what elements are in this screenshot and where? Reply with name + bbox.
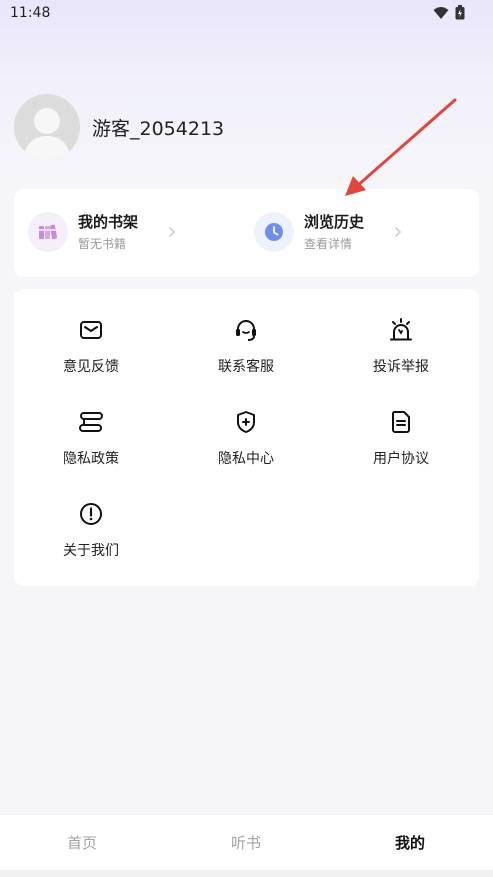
bookshelf-icon (28, 211, 68, 252)
status-icons (433, 5, 465, 20)
quick-access-card: 我的书架 暂无书籍 浏览历史 查看详情 (14, 189, 479, 277)
chevron-right-icon (394, 226, 402, 237)
clock-icon (254, 211, 294, 252)
menu-item-label: 用户协议 (373, 451, 429, 467)
history-title: 浏览历史 (304, 213, 365, 231)
headset-icon (236, 320, 256, 341)
mail-icon (80, 321, 102, 339)
wifi-icon (433, 6, 449, 19)
policy-icon (79, 412, 103, 432)
tab-home[interactable]: 首页 (42, 832, 122, 853)
history-entry[interactable]: 浏览历史 查看详情 (254, 211, 402, 252)
system-nav-bar (0, 870, 493, 877)
bottom-tab-bar: 首页 听书 我的 (0, 815, 493, 870)
menu-item-user-agreement[interactable]: 用户协议 (341, 409, 461, 468)
bookshelf-title: 我的书架 (78, 213, 139, 231)
alarm-icon (390, 318, 412, 341)
default-avatar-icon (23, 108, 71, 160)
document-icon (391, 411, 410, 433)
chevron-right-icon (168, 226, 176, 237)
history-subtitle: 查看详情 (304, 237, 353, 251)
menu-item-label: 意见反馈 (63, 359, 119, 375)
info-icon (80, 503, 102, 525)
menu-item-label: 隐私中心 (218, 451, 274, 467)
menu-item-about[interactable]: 关于我们 (31, 501, 151, 560)
avatar[interactable] (14, 94, 80, 160)
menu-item-report[interactable]: 投诉举报 (341, 317, 461, 376)
username: 游客_2054213 (92, 117, 225, 140)
bookshelf-subtitle: 暂无书籍 (78, 237, 127, 251)
status-bar: 11:48 (0, 0, 493, 28)
bookshelf-entry[interactable]: 我的书架 暂无书籍 (28, 211, 176, 252)
menu-item-privacy-center[interactable]: 隐私中心 (186, 409, 306, 468)
menu-item-label: 隐私政策 (63, 451, 119, 467)
shield-icon (237, 411, 255, 433)
tab-listen[interactable]: 听书 (206, 832, 286, 853)
tab-mine[interactable]: 我的 (370, 832, 450, 853)
battery-icon (455, 5, 465, 20)
menu-item-label: 投诉举报 (373, 359, 429, 375)
status-time: 11:48 (10, 5, 51, 21)
menu-item-feedback[interactable]: 意见反馈 (31, 317, 151, 376)
menu-item-privacy-policy[interactable]: 隐私政策 (31, 409, 151, 468)
profile-header[interactable]: 游客_2054213 (14, 94, 224, 160)
menu-grid-card: 意见反馈 联系客服 投诉举报 隐私政策 隐私中心 用户协议 关于我们 (14, 289, 479, 586)
menu-item-label: 关于我们 (63, 543, 119, 559)
menu-item-support[interactable]: 联系客服 (186, 317, 306, 376)
menu-item-label: 联系客服 (218, 359, 274, 375)
